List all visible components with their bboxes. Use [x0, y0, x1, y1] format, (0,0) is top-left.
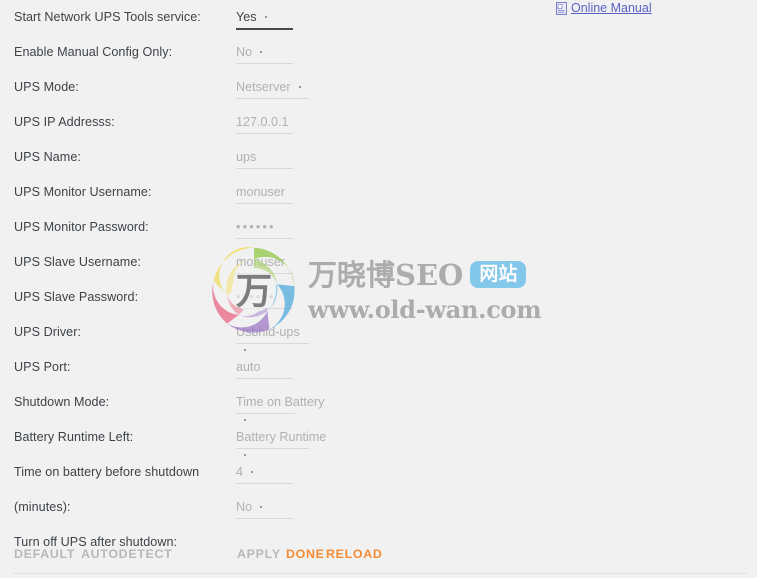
field-label: UPS Monitor Username:	[14, 185, 152, 199]
password-field[interactable]: ••••••	[236, 289, 293, 311]
text-field[interactable]: monuser	[236, 184, 293, 206]
form-row: Enable Manual Config Only: No	[0, 44, 560, 79]
online-manual-link[interactable]: Online Manual	[556, 0, 652, 16]
field-underline	[236, 168, 293, 169]
password-field[interactable]: ••••••	[236, 219, 293, 241]
field-value: monuser	[236, 255, 285, 269]
field-underline	[236, 203, 293, 204]
ups-settings-page: Online Manual Start Network UPS Tools se…	[0, 0, 757, 578]
field-value: Battery Runtime	[236, 430, 327, 444]
field-underline	[236, 133, 293, 134]
field-value: 127.0.0.1	[236, 115, 289, 129]
field-underline	[236, 448, 309, 449]
field-label: UPS Mode:	[14, 80, 79, 94]
field-label: Start Network UPS Tools service:	[14, 10, 201, 24]
action-bar: DEFAULT AUTODETECT APPLY DONE RELOAD	[0, 545, 757, 567]
field-label: Battery Runtime Left:	[14, 430, 134, 444]
field-label: UPS Monitor Password:	[14, 220, 149, 234]
chevron-down-icon[interactable]	[244, 454, 246, 456]
select-field[interactable]: Time on Battery	[236, 394, 324, 421]
field-label: Shutdown Mode:	[14, 395, 110, 409]
chevron-down-icon[interactable]	[298, 86, 301, 88]
field-label: (minutes):	[14, 500, 71, 514]
field-underline	[236, 308, 293, 309]
document-icon	[556, 1, 567, 15]
field-value: No	[236, 45, 253, 59]
field-value: 4	[236, 465, 244, 479]
select-field[interactable]: No	[236, 44, 293, 66]
field-value: auto	[236, 360, 261, 374]
form-row: UPS Slave Password: ••••••	[0, 289, 560, 324]
field-value: ups	[236, 150, 257, 164]
field-label: UPS Slave Username:	[14, 255, 141, 269]
form-row: UPS Name: ups	[0, 149, 560, 184]
form-row: UPS Port: auto	[0, 359, 560, 394]
chevron-down-icon[interactable]	[244, 419, 246, 421]
field-underline	[236, 343, 309, 344]
default-button[interactable]: DEFAULT	[14, 545, 75, 563]
form-row: (minutes): No	[0, 499, 560, 534]
field-underline	[236, 98, 309, 99]
field-underline	[236, 413, 295, 414]
field-value: Yes	[236, 10, 257, 24]
form-row: UPS Monitor Username: monuser	[0, 184, 560, 219]
form-row: UPS Monitor Password: ••••••	[0, 219, 560, 254]
field-value: ••••••	[236, 290, 276, 304]
select-field[interactable]: Netserver	[236, 79, 309, 101]
field-label: Enable Manual Config Only:	[14, 45, 173, 59]
form-row: Battery Runtime Left: Battery Runtime	[0, 429, 560, 464]
field-label: UPS Slave Password:	[14, 290, 139, 304]
chevron-down-icon[interactable]	[260, 506, 263, 508]
form-row: Shutdown Mode: Time on Battery	[0, 394, 560, 429]
text-field[interactable]: ups	[236, 149, 293, 171]
field-value: ••••••	[236, 220, 276, 234]
field-label: UPS Name:	[14, 150, 81, 164]
field-value: Usbhid-ups	[236, 325, 300, 339]
autodetect-button[interactable]: AUTODETECT	[81, 545, 172, 563]
field-label: UPS Driver:	[14, 325, 82, 339]
chevron-down-icon[interactable]	[264, 16, 267, 18]
done-button[interactable]: DONE	[286, 545, 325, 563]
field-label: UPS Port:	[14, 360, 71, 374]
footer-divider	[13, 573, 748, 574]
field-value: Netserver	[236, 80, 291, 94]
select-field[interactable]: Yes	[236, 9, 293, 31]
field-underline	[236, 378, 293, 379]
text-field[interactable]: 4	[236, 464, 293, 486]
field-underline	[236, 238, 293, 239]
chevron-down-icon[interactable]	[251, 471, 254, 473]
select-field[interactable]: Usbhid-ups	[236, 324, 309, 351]
field-label: Time on battery before shutdown	[14, 465, 200, 479]
form-row: UPS IP Addresss: 127.0.0.1	[0, 114, 560, 149]
form-row: Time on battery before shutdown 4	[0, 464, 560, 499]
chevron-down-icon[interactable]	[260, 51, 263, 53]
form-row: UPS Mode: Netserver	[0, 79, 560, 114]
apply-button[interactable]: APPLY	[237, 545, 281, 563]
form-row: Start Network UPS Tools service: Yes	[0, 9, 560, 44]
form-row: UPS Driver: Usbhid-ups	[0, 324, 560, 359]
field-underline	[236, 518, 293, 519]
field-label: UPS IP Addresss:	[14, 115, 115, 129]
text-field[interactable]: 127.0.0.1	[236, 114, 293, 136]
online-manual-label: Online Manual	[571, 1, 652, 15]
field-value: monuser	[236, 185, 285, 199]
text-field[interactable]: monuser	[236, 254, 293, 276]
field-underline	[236, 273, 293, 274]
select-field[interactable]: Battery Runtime	[236, 429, 326, 456]
field-value: Time on Battery	[236, 395, 325, 409]
field-underline	[236, 63, 293, 64]
chevron-down-icon[interactable]	[244, 349, 246, 351]
form-row: UPS Slave Username: monuser	[0, 254, 560, 289]
text-field[interactable]: auto	[236, 359, 293, 381]
reload-button[interactable]: RELOAD	[326, 545, 383, 563]
select-field[interactable]: No	[236, 499, 293, 521]
field-underline	[236, 483, 293, 484]
field-underline	[236, 28, 293, 30]
field-value: No	[236, 500, 253, 514]
